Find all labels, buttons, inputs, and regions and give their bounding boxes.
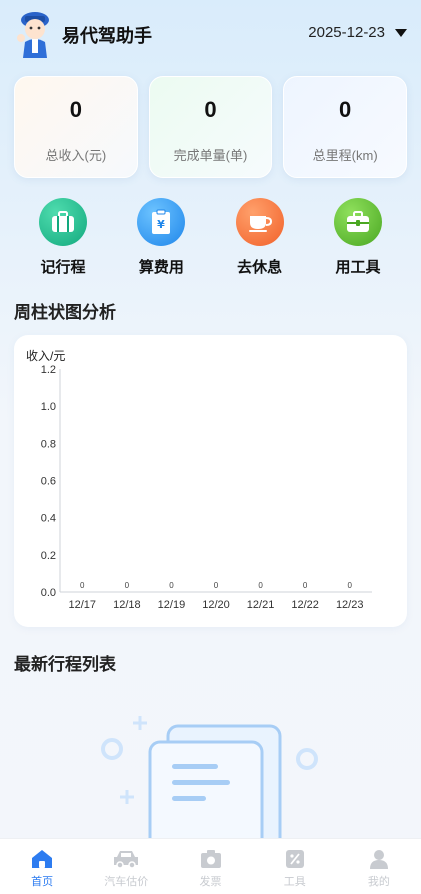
tab-invoice[interactable]: 发票	[168, 839, 252, 894]
chart-y-tick-label: 0.4	[41, 513, 56, 525]
stat-value: 0	[204, 97, 217, 122]
stat-label: 完成单量(单)	[173, 148, 248, 163]
quick-actions: 记行程 ¥ 算费用 去休息 用工具	[14, 198, 407, 277]
trips-section-title: 最新行程列表	[14, 655, 116, 674]
weekly-bar-chart-card: 收入/元 0.0 0.2 0.4 0.6 0.8 1.0 1.2 0 0 0 0 0 0 0 12/17…	[14, 335, 407, 627]
tab-me[interactable]: 我的	[337, 839, 421, 894]
quick-action-calc-fee[interactable]: ¥ 算费用	[116, 198, 206, 277]
tab-car-valuation[interactable]: 汽车估价	[84, 839, 168, 894]
chart-x-tick-label: 12/19	[158, 599, 186, 611]
app-header: 易代驾助手 2025-12-23	[0, 0, 421, 68]
toolbox-icon	[333, 198, 382, 246]
stat-card-income: 0 总收入(元)	[14, 76, 138, 178]
app-title: 易代驾助手	[62, 26, 152, 46]
quick-action-label: 去休息	[237, 259, 283, 276]
caret-down-icon	[395, 28, 407, 37]
tab-label: 发票	[199, 876, 222, 888]
chart-data-label: 0	[125, 581, 130, 590]
quick-action-tools[interactable]: 用工具	[313, 198, 403, 277]
chart-x-tick-label: 12/17	[69, 599, 97, 611]
chart-data-label: 0	[347, 581, 352, 590]
chart-data-label: 0	[80, 581, 85, 590]
chart-x-tick-label: 12/21	[247, 599, 275, 611]
empty-list-illustration	[101, 716, 318, 842]
tab-tools[interactable]: 工具	[253, 839, 337, 894]
chart-section-title: 周柱状图分析	[14, 303, 116, 322]
car-icon	[114, 851, 139, 869]
chart-y-tick-label: 0.8	[41, 438, 56, 450]
bottom-tab-bar: 首页 汽车估价 发票 工具 我的	[0, 838, 421, 894]
quick-action-label: 算费用	[138, 259, 184, 276]
user-icon	[369, 850, 388, 869]
chart-data-label: 0	[258, 581, 263, 590]
stat-label: 总里程(km)	[312, 148, 378, 163]
percent-tool-icon	[285, 850, 304, 868]
chart-data-label: 0	[214, 581, 219, 590]
chart-x-tick-label: 12/20	[202, 599, 230, 611]
stats-row: 0 总收入(元) 0 完成单量(单) 0 总里程(km)	[14, 76, 408, 178]
chart-y-tick-label: 0.0	[41, 587, 56, 599]
chart-x-tick-label: 12/18	[113, 599, 141, 611]
tab-label: 首页	[31, 876, 54, 888]
stat-card-mileage: 0 总里程(km)	[283, 76, 408, 178]
chart-y-tick-label: 1.0	[41, 401, 56, 413]
date-picker[interactable]: 2025-12-23	[308, 24, 407, 41]
quick-action-label: 记行程	[40, 259, 86, 276]
chart-y-tick-label: 0.6	[41, 476, 56, 488]
quick-action-label: 用工具	[335, 259, 381, 276]
chart-data-label: 0	[303, 581, 308, 590]
briefcase-icon	[39, 198, 87, 246]
chart-x-tick-label: 12/22	[291, 599, 319, 611]
stat-value: 0	[69, 97, 82, 122]
weekly-bar-chart: 收入/元 0.0 0.2 0.4 0.6 0.8 1.0 1.2 0 0 0 0 0 0 0 12/17…	[26, 349, 372, 611]
home-icon	[32, 850, 53, 868]
tab-label: 汽车估价	[104, 876, 149, 888]
tab-label: 我的	[367, 876, 390, 888]
quick-action-record-trip[interactable]: 记行程	[18, 198, 108, 277]
receipt-yen-icon: ¥	[137, 198, 186, 246]
tab-label: 工具	[283, 876, 306, 888]
svg-text:¥: ¥	[158, 218, 166, 231]
quick-action-rest[interactable]: 去休息	[215, 198, 305, 277]
chart-y-tick-label: 0.2	[41, 550, 56, 562]
tab-home[interactable]: 首页	[0, 839, 84, 894]
stat-value: 0	[339, 97, 352, 122]
chart-y-axis-label: 收入/元	[26, 349, 65, 363]
stat-label: 总收入(元)	[45, 148, 107, 163]
date-value: 2025-12-23	[308, 24, 385, 41]
chart-y-tick-label: 1.2	[41, 364, 56, 376]
stat-card-orders: 0 完成单量(单)	[148, 76, 273, 178]
chart-data-label: 0	[169, 581, 174, 590]
driver-mascot-icon	[17, 12, 49, 58]
camera-icon	[200, 850, 221, 868]
coffee-cup-icon	[235, 198, 284, 246]
chart-x-tick-label: 12/23	[336, 599, 364, 611]
